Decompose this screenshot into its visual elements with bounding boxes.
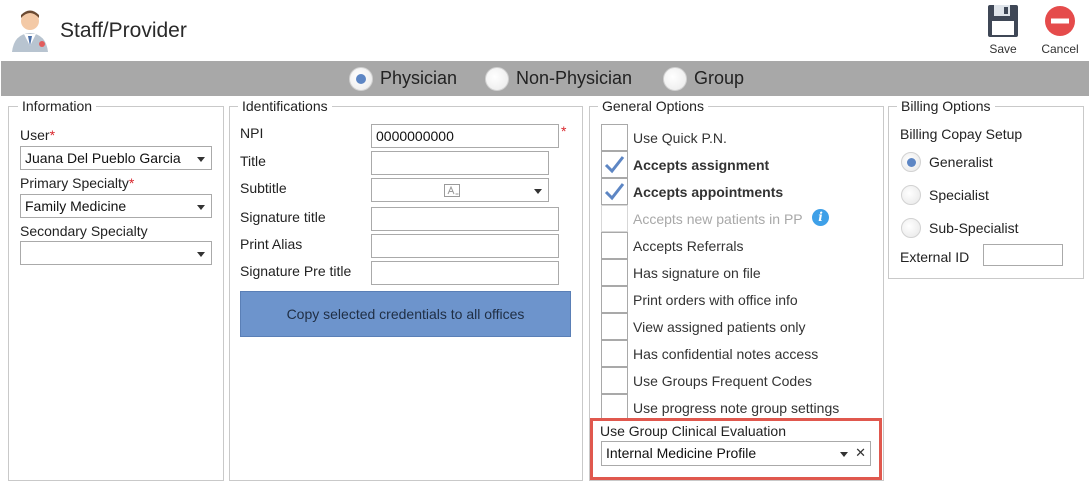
chevron-down-icon	[197, 252, 205, 257]
page-title: Staff/Provider	[60, 19, 187, 42]
signature-title-label: Signature title	[240, 209, 326, 225]
tab-label: Physician	[380, 68, 458, 88]
clear-icon[interactable]: ✕	[855, 445, 866, 461]
accepts-assignment-checkbox[interactable]	[601, 151, 628, 178]
npi-label: NPI	[240, 125, 264, 141]
primary-specialty-select[interactable]: Family Medicine	[20, 194, 212, 218]
has-signature-checkbox[interactable]	[601, 259, 628, 286]
information-title: Information	[18, 98, 97, 114]
print-alias-input[interactable]	[371, 234, 559, 258]
info-icon[interactable]: i	[812, 209, 829, 226]
user-value: Juana Del Pueblo Garcia	[25, 150, 181, 166]
checkmark-icon	[604, 183, 625, 201]
user-select[interactable]: Juana Del Pueblo Garcia	[20, 146, 212, 170]
generalist-radio[interactable]	[901, 152, 921, 172]
title-input[interactable]	[371, 151, 549, 175]
clinical-evaluation-select[interactable]: Internal Medicine Profile ✕	[601, 441, 871, 466]
use-quick-pn-label: Use Quick P.N.	[633, 130, 727, 146]
chevron-down-icon	[197, 205, 205, 210]
clinical-evaluation-label: Use Group Clinical Evaluation	[600, 423, 786, 439]
signature-title-input[interactable]	[371, 207, 559, 231]
group-radio[interactable]	[663, 66, 687, 91]
general-options-title: General Options	[598, 98, 708, 114]
required-mark: *	[49, 127, 56, 143]
groups-frequent-codes-checkbox[interactable]	[601, 367, 628, 394]
cancel-circle-icon	[1045, 6, 1075, 36]
print-orders-checkbox[interactable]	[601, 286, 628, 313]
subtitle-select[interactable]	[371, 178, 549, 202]
text-field-icon	[444, 184, 460, 197]
title-label: Title	[240, 153, 266, 169]
print-orders-label: Print orders with office info	[633, 292, 798, 308]
secondary-specialty-select[interactable]	[20, 241, 212, 265]
title-bar: Staff/Provider Save Cancel	[0, 0, 1090, 60]
accepts-appointments-label: Accepts appointments	[633, 184, 784, 200]
billing-options-title: Billing Options	[897, 98, 995, 114]
confidential-notes-label: Has confidential notes access	[633, 346, 819, 362]
has-signature-label: Has signature on file	[633, 265, 761, 281]
copy-credentials-button[interactable]: Copy selected credentials to all offices	[240, 291, 571, 337]
specialist-label: Specialist	[929, 187, 989, 203]
cancel-button[interactable]: Cancel	[1032, 2, 1088, 58]
chevron-down-icon	[197, 157, 205, 162]
floppy-disk-icon	[988, 5, 1018, 37]
provider-avatar-icon	[6, 6, 54, 52]
accepts-assignment-label: Accepts assignment	[633, 157, 770, 173]
sub-specialist-radio[interactable]	[901, 218, 921, 238]
primary-specialty-label: Primary Specialty*	[20, 175, 134, 191]
required-mark: *	[128, 175, 135, 191]
identifications-title: Identifications	[238, 98, 332, 114]
clinical-evaluation-value: Internal Medicine Profile	[606, 445, 757, 461]
required-mark: *	[561, 123, 567, 139]
chevron-down-icon	[840, 452, 848, 457]
view-assigned-patients-checkbox[interactable]	[601, 313, 628, 340]
primary-specialty-label-text: Primary Specialty	[20, 175, 129, 191]
tab-label: Group	[694, 68, 745, 88]
save-button[interactable]: Save	[975, 2, 1031, 58]
cancel-label: Cancel	[1041, 42, 1079, 56]
generalist-label: Generalist	[929, 154, 993, 170]
tab-non-physician[interactable]: Non-Physician	[485, 61, 632, 96]
external-id-label: External ID	[900, 249, 970, 265]
specialist-radio[interactable]	[901, 185, 921, 205]
signature-pre-title-label: Signature Pre title	[240, 263, 352, 279]
chevron-down-icon	[534, 189, 542, 194]
billing-copay-label: Billing Copay Setup	[900, 126, 1023, 142]
tab-group[interactable]: Group	[663, 61, 744, 96]
tab-label: Non-Physician	[516, 68, 633, 88]
non-physician-radio[interactable]	[485, 66, 509, 91]
accepts-new-patients-checkbox[interactable]	[601, 205, 628, 232]
checkmark-icon	[604, 156, 625, 174]
physician-radio[interactable]	[349, 66, 373, 91]
view-assigned-patients-label: View assigned patients only	[633, 319, 806, 335]
signature-pre-title-input[interactable]	[371, 261, 559, 285]
progress-note-group-label: Use progress note group settings	[633, 400, 840, 416]
user-label-text: User	[20, 127, 50, 143]
save-label: Save	[989, 42, 1017, 56]
primary-specialty-value: Family Medicine	[25, 198, 127, 214]
npi-input[interactable]	[371, 124, 559, 148]
external-id-input[interactable]	[983, 244, 1063, 266]
user-label: User*	[20, 127, 55, 143]
use-quick-pn-checkbox[interactable]	[601, 124, 628, 151]
print-alias-label: Print Alias	[240, 236, 303, 252]
accepts-appointments-checkbox[interactable]	[601, 178, 628, 205]
progress-note-group-checkbox[interactable]	[601, 394, 628, 421]
accepts-referrals-label: Accepts Referrals	[633, 238, 744, 254]
tab-physician[interactable]: Physician	[349, 61, 457, 96]
accepts-referrals-checkbox[interactable]	[601, 232, 628, 259]
groups-frequent-codes-label: Use Groups Frequent Codes	[633, 373, 812, 389]
subtitle-label: Subtitle	[240, 180, 287, 196]
provider-type-bar: Physician Non-Physician Group	[1, 61, 1089, 96]
confidential-notes-checkbox[interactable]	[601, 340, 628, 367]
sub-specialist-label: Sub-Specialist	[929, 220, 1019, 236]
secondary-specialty-label: Secondary Specialty	[20, 223, 148, 239]
accepts-new-patients-label: Accepts new patients in PP	[633, 211, 803, 227]
